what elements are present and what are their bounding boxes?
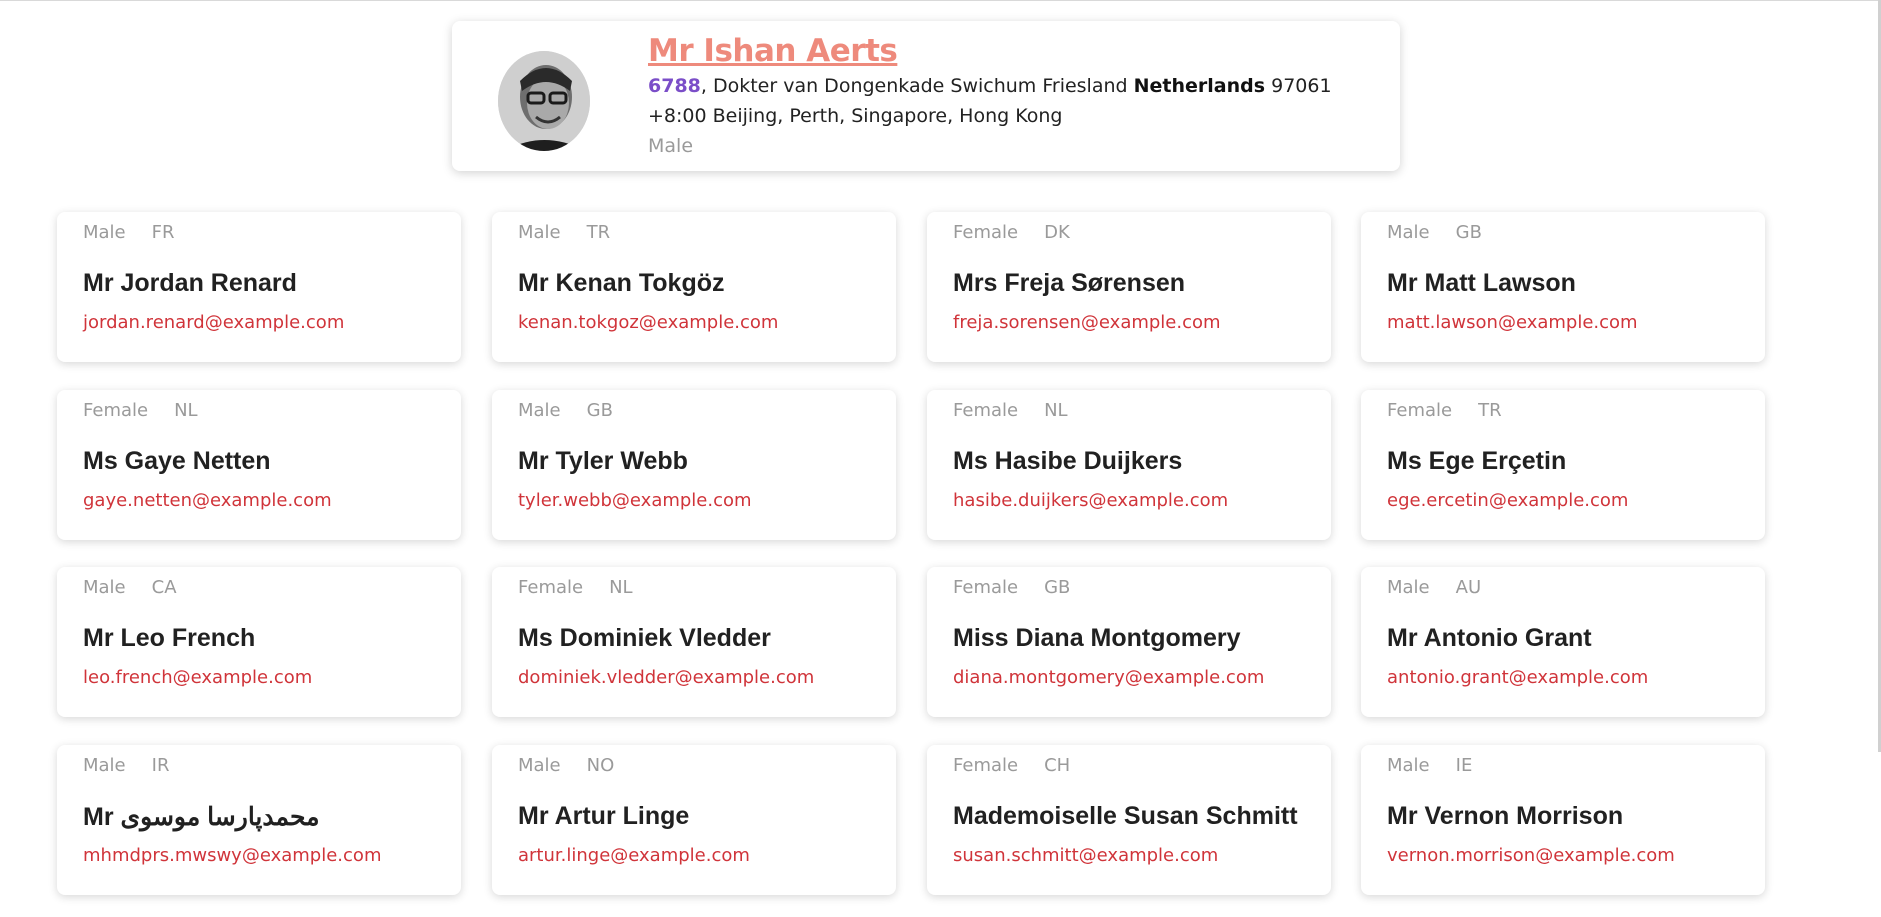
user-nationality: TR <box>586 222 611 243</box>
user-name: Mr Tyler Webb <box>518 447 688 475</box>
user-nationality: IE <box>1455 755 1473 776</box>
user-gender: Female <box>83 400 149 421</box>
profile-avatar <box>498 51 590 151</box>
user-email-link[interactable]: freja.sorensen@example.com <box>953 312 1221 333</box>
user-card[interactable]: Male IE Mr Vernon Morrison vernon.morriso… <box>1361 745 1765 895</box>
user-email-link[interactable]: kenan.tokgoz@example.com <box>518 312 778 333</box>
user-card[interactable]: Female NL Ms Gaye Netten gaye.netten@exam… <box>57 390 461 540</box>
user-email-link[interactable]: gaye.netten@example.com <box>83 490 332 511</box>
user-card[interactable]: Male AU Mr Antonio Grant antonio.grant@ex… <box>1361 567 1765 717</box>
user-name: Ms Ege Erçetin <box>1387 447 1567 475</box>
user-card[interactable]: Male TR Mr Kenan Tokgöz kenan.tokgoz@exam… <box>492 212 896 362</box>
user-email-link[interactable]: vernon.morrison@example.com <box>1387 845 1675 866</box>
user-name: Mr Kenan Tokgöz <box>518 269 725 297</box>
postcode: 97061 <box>1265 75 1332 97</box>
user-nationality: NL <box>174 400 198 421</box>
user-email-link[interactable]: antonio.grant@example.com <box>1387 667 1648 688</box>
user-name: Mr Vernon Morrison <box>1387 802 1624 830</box>
user-card[interactable]: Male GB Mr Tyler Webb tyler.webb@example.… <box>492 390 896 540</box>
user-gender: Male <box>83 222 126 243</box>
user-nationality: GB <box>586 400 613 421</box>
user-nationality: FR <box>151 222 175 243</box>
profile-gender: Male <box>648 135 694 157</box>
user-name: Mrs Freja Sørensen <box>953 269 1186 297</box>
user-email-link[interactable]: dominiek.vledder@example.com <box>518 667 814 688</box>
user-gender: Female <box>953 400 1019 421</box>
user-nationality: TR <box>1478 400 1502 421</box>
user-email-link[interactable]: diana.montgomery@example.com <box>953 667 1264 688</box>
profile-card: Mr Ishan Aerts 6788, Dokter van Dongenka… <box>452 21 1400 171</box>
user-name: Mr Jordan Renard <box>83 269 297 297</box>
user-nationality: IR <box>151 755 170 776</box>
user-name: Mr Artur Linge <box>518 802 690 830</box>
user-nationality: GB <box>1044 577 1071 598</box>
user-email-link[interactable]: artur.linge@example.com <box>518 845 750 866</box>
user-gender: Female <box>953 755 1019 776</box>
user-name: Mademoiselle Susan Schmitt <box>953 802 1298 830</box>
user-email-link[interactable]: leo.french@example.com <box>83 667 312 688</box>
user-name: Ms Dominiek Vledder <box>518 624 771 652</box>
user-gender: Male <box>518 755 561 776</box>
user-name: Miss Diana Montgomery <box>953 624 1241 652</box>
user-gender: Male <box>1387 577 1430 598</box>
profile-timezone: +8:00 Beijing, Perth, Singapore, Hong Ko… <box>648 105 1063 127</box>
user-nationality: NL <box>1044 400 1068 421</box>
user-gender: Male <box>518 222 561 243</box>
user-card[interactable]: Female GB Miss Diana Montgomery diana.mon… <box>927 567 1331 717</box>
user-email-link[interactable]: hasibe.duijkers@example.com <box>953 490 1228 511</box>
user-card[interactable]: Male CA Mr Leo French leo.french@example.… <box>57 567 461 717</box>
user-card[interactable]: Male IR Mr محمدپارسا موسوی mhmdprs.mwswy@… <box>57 745 461 895</box>
user-card[interactable]: Female TR Ms Ege Erçetin ege.ercetin@exam… <box>1361 390 1765 540</box>
user-gender: Male <box>1387 222 1430 243</box>
user-email-link[interactable]: ege.ercetin@example.com <box>1387 490 1628 511</box>
user-nationality: AU <box>1455 577 1482 598</box>
user-card[interactable]: Female NL Ms Hasibe Duijkers hasibe.duijk… <box>927 390 1331 540</box>
user-card[interactable]: Female NL Ms Dominiek Vledder dominiek.vl… <box>492 567 896 717</box>
country: Netherlands <box>1133 75 1266 97</box>
street-number: 6788 <box>648 75 701 97</box>
user-card[interactable]: Female DK Mrs Freja Sørensen freja.sorens… <box>927 212 1331 362</box>
user-name: Mr Leo French <box>83 624 256 652</box>
user-nationality: GB <box>1455 222 1482 243</box>
user-card[interactable]: Male FR Mr Jordan Renard jordan.renard@ex… <box>57 212 461 362</box>
user-gender: Female <box>1387 400 1453 421</box>
user-email-link[interactable]: jordan.renard@example.com <box>83 312 344 333</box>
user-gender: Male <box>1387 755 1430 776</box>
top-border <box>0 0 1881 1</box>
user-email-link[interactable]: matt.lawson@example.com <box>1387 312 1638 333</box>
user-nationality: CA <box>151 577 177 598</box>
user-gender: Female <box>953 577 1019 598</box>
user-nationality: DK <box>1044 222 1070 243</box>
user-card[interactable]: Female CH Mademoiselle Susan Schmitt susa… <box>927 745 1331 895</box>
street-name: , Dokter van Dongenkade Swichum Frieslan… <box>700 75 1134 97</box>
user-gender: Male <box>83 577 126 598</box>
user-gender: Female <box>518 577 584 598</box>
profile-address: 6788, Dokter van Dongenkade Swichum Frie… <box>648 71 1380 101</box>
profile-name-link[interactable]: Mr Ishan Aerts <box>648 31 898 71</box>
user-name: Ms Gaye Netten <box>83 447 271 475</box>
user-gender: Female <box>953 222 1019 243</box>
user-card[interactable]: Male NO Mr Artur Linge artur.linge@exampl… <box>492 745 896 895</box>
user-gender: Male <box>518 400 561 421</box>
user-email-link[interactable]: mhmdprs.mwswy@example.com <box>83 845 381 866</box>
user-nationality: NL <box>609 577 633 598</box>
user-card[interactable]: Male GB Mr Matt Lawson matt.lawson@exampl… <box>1361 212 1765 362</box>
user-nationality: NO <box>586 755 615 776</box>
user-nationality: CH <box>1044 755 1071 776</box>
user-name: Mr Matt Lawson <box>1387 269 1576 297</box>
user-name: Ms Hasibe Duijkers <box>953 447 1183 475</box>
user-gender: Male <box>83 755 126 776</box>
user-email-link[interactable]: tyler.webb@example.com <box>518 490 752 511</box>
user-name: Mr محمدپارسا موسوی <box>83 803 320 831</box>
user-email-link[interactable]: susan.schmitt@example.com <box>953 845 1218 866</box>
avatar-photo-icon <box>498 51 590 151</box>
user-name: Mr Antonio Grant <box>1387 624 1592 652</box>
